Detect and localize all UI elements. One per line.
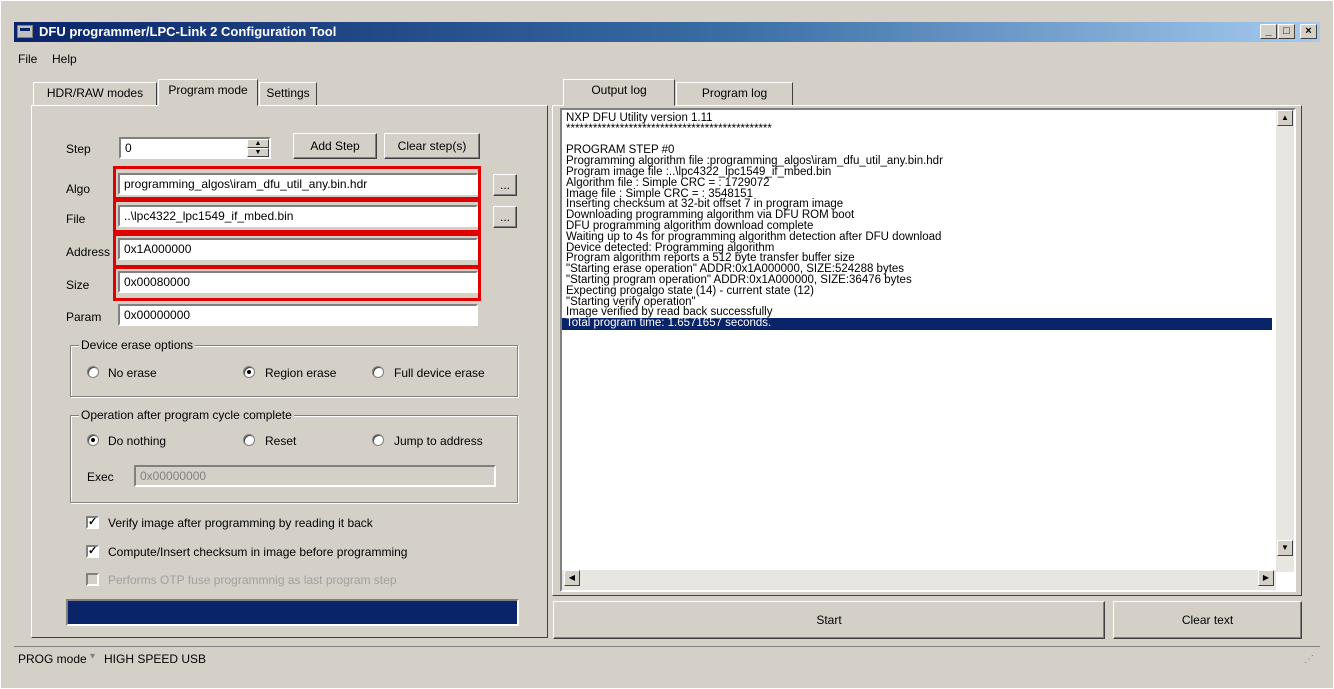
status-separator: ▾ [90,651,96,662]
scroll-down-icon[interactable]: ▼ [1277,540,1293,556]
add-step-button[interactable]: Add Step [293,133,377,159]
radio-do-nothing-label: Do nothing [108,434,167,448]
verify-checkbox-label: Verify image after programming by readin… [108,516,373,530]
after-program-title: Operation after program cycle complete [79,408,294,422]
radio-full-device-erase-label: Full device erase [394,366,485,380]
erase-options-title: Device erase options [79,338,196,352]
radio-jump-to-address[interactable] [372,434,384,446]
minimize-button[interactable]: _ [1260,24,1277,39]
progress-bar [66,599,519,626]
resize-grip-icon[interactable]: ⋰ [1304,654,1314,665]
otp-checkbox [86,573,99,586]
status-bar: PROG mode ▾ HIGH SPEED USB ⋰ [14,646,1320,671]
status-mode: PROG mode [18,652,87,666]
tab-program-mode[interactable]: Program mode [158,79,258,106]
progress-fill [68,601,517,624]
window-title: DFU programmer/LPC-Link 2 Configuration … [39,24,337,39]
verify-checkbox[interactable]: ✓ [86,516,99,529]
step-spinner[interactable]: ▲ ▼ [247,139,269,157]
size-label: Size [66,278,90,292]
tab-hdr-raw-modes[interactable]: HDR/RAW modes [33,82,157,106]
tab-output-log[interactable]: Output log [563,79,675,106]
log-line: ****************************************… [566,122,772,135]
radio-no-erase-label: No erase [108,366,157,380]
output-log-text[interactable]: NXP DFU Utility version 1.11 ************… [560,108,1296,592]
algo-browse-button[interactable]: ... [493,174,517,196]
checksum-checkbox[interactable]: ✓ [86,545,99,558]
app-icon [17,25,33,38]
menu-file[interactable]: File [18,52,37,66]
clear-text-button[interactable]: Clear text [1113,601,1302,639]
param-input[interactable]: 0x00000000 [118,304,478,326]
status-speed: HIGH SPEED USB [104,652,207,666]
exec-label: Exec [87,470,114,484]
algo-highlight [113,166,481,200]
radio-jump-to-address-label: Jump to address [394,434,483,448]
exec-input: 0x00000000 [134,465,496,487]
clear-steps-button[interactable]: Clear step(s) [384,133,480,159]
scroll-right-icon[interactable]: ▶ [1258,570,1274,586]
minimize-icon: _ [1265,25,1272,37]
radio-region-erase[interactable] [243,366,255,378]
title-bar[interactable]: DFU programmer/LPC-Link 2 Configuration … [14,22,1320,42]
size-highlight [113,266,481,301]
close-icon: × [1305,25,1312,37]
file-highlight [113,199,481,233]
file-label: File [66,212,86,226]
maximize-icon: □ [1283,25,1290,37]
vertical-scrollbar[interactable]: ▲ ▼ [1276,110,1294,572]
menu-help[interactable]: Help [52,52,77,66]
step-label: Step [66,142,91,156]
close-button[interactable]: × [1300,24,1317,39]
menu-bar: File Help [14,44,1320,68]
otp-checkbox-label: Performs OTP fuse programmnig as last pr… [108,573,397,587]
radio-reset-label: Reset [265,434,297,448]
start-button[interactable]: Start [553,601,1105,639]
algo-label: Algo [66,182,91,196]
spin-down-icon[interactable]: ▼ [247,148,269,157]
param-label: Param [66,310,102,324]
horizontal-scrollbar[interactable]: ◀ ▶ [562,570,1276,590]
radio-no-erase[interactable] [87,366,99,378]
spin-up-icon[interactable]: ▲ [247,139,269,148]
radio-region-erase-label: Region erase [265,366,337,380]
tab-settings[interactable]: Settings [259,82,317,106]
maximize-button[interactable]: □ [1278,24,1295,39]
log-line-selected: Total program time: 1.6571657 seconds. [562,317,1272,331]
radio-reset[interactable] [243,434,255,446]
scroll-up-icon[interactable]: ▲ [1277,110,1293,126]
checksum-checkbox-label: Compute/Insert checksum in image before … [108,545,408,559]
radio-do-nothing[interactable] [87,434,99,446]
address-label: Address [66,245,111,259]
scroll-left-icon[interactable]: ◀ [564,570,580,586]
file-browse-button[interactable]: ... [493,206,517,228]
radio-full-device-erase[interactable] [372,366,384,378]
address-highlight [113,233,481,268]
after-program-group: Operation after program cycle complete [70,408,518,503]
tab-program-log[interactable]: Program log [676,82,793,106]
